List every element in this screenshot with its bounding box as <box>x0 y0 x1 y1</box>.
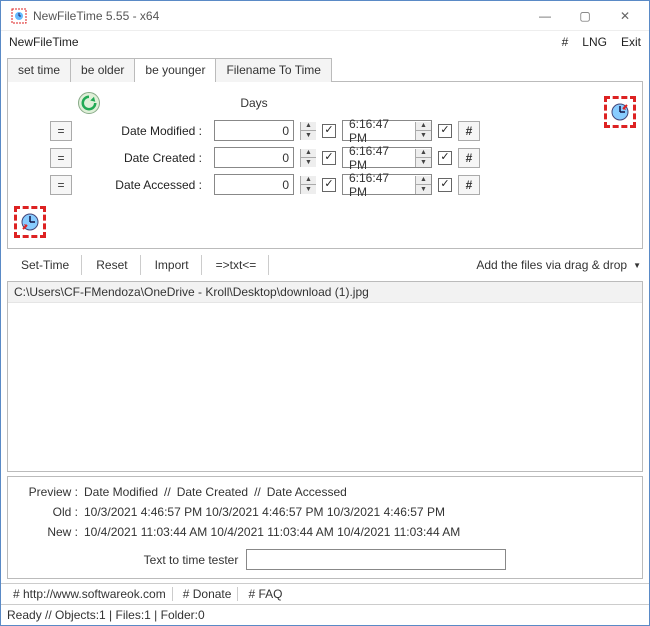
target-clock-icon[interactable] <box>604 96 636 128</box>
new-label: New : <box>18 525 78 539</box>
action-toolbar: Set-Time Reset Import =>txt<= Add the fi… <box>7 249 643 281</box>
app-icon <box>11 8 27 24</box>
hash-button-modified[interactable]: # <box>458 121 480 141</box>
file-list[interactable]: C:\Users\CF-FMendoza\OneDrive - Kroll\De… <box>7 281 643 472</box>
time-input-accessed[interactable]: 6:16:47 PM ▲▼ <box>342 174 432 195</box>
titlebar: NewFileTime 5.55 - x64 — ▢ ✕ <box>1 1 649 31</box>
days-input-accessed[interactable]: 0 <box>214 174 294 195</box>
enable-time-modified[interactable] <box>322 124 336 138</box>
txt-button[interactable]: =>txt<= <box>204 255 270 275</box>
status-faq[interactable]: # FAQ <box>242 587 288 601</box>
tab-be-younger[interactable]: be younger <box>134 58 216 82</box>
tab-be-older[interactable]: be older <box>70 58 135 82</box>
tab-strip: set time be older be younger Filename To… <box>7 57 643 82</box>
menubar: NewFileTime # LNG Exit <box>1 31 649 53</box>
enable-time-accessed[interactable] <box>322 178 336 192</box>
old-label: Old : <box>18 505 78 519</box>
refresh-icon[interactable] <box>78 92 100 114</box>
source-clock-icon[interactable] <box>14 206 46 238</box>
reset-button[interactable]: Reset <box>84 255 140 275</box>
days-header: Days <box>214 96 294 110</box>
set-time-button[interactable]: Set-Time <box>9 255 82 275</box>
eq-button-modified[interactable]: = <box>50 121 72 141</box>
days-spinner-accessed[interactable]: ▲▼ <box>300 176 316 194</box>
close-button[interactable]: ✕ <box>605 2 645 30</box>
label-date-modified: Date Modified : <box>78 124 208 138</box>
menu-lng[interactable]: LNG <box>582 35 607 49</box>
time-input-modified[interactable]: 6:16:47 PM ▲▼ <box>342 120 432 141</box>
add-files-dropdown[interactable]: Add the files via drag & drop <box>476 258 641 272</box>
status-donate[interactable]: # Donate <box>177 587 239 601</box>
minimize-button[interactable]: — <box>525 2 565 30</box>
menu-hash[interactable]: # <box>562 35 569 49</box>
days-spinner-created[interactable]: ▲▼ <box>300 149 316 167</box>
row-date-accessed: = Date Accessed : 0 ▲▼ 6:16:47 PM ▲▼ # <box>50 174 596 195</box>
hash-button-created[interactable]: # <box>458 148 480 168</box>
row-date-created: = Date Created : 0 ▲▼ 6:16:47 PM ▲▼ # <box>50 147 596 168</box>
text-to-time-input[interactable] <box>246 549 506 570</box>
new-values: 10/4/2021 11:03:44 AM 10/4/2021 11:03:44… <box>84 525 632 539</box>
tab-set-time[interactable]: set time <box>7 58 71 82</box>
enable-hash-modified[interactable] <box>438 124 452 138</box>
eq-button-created[interactable]: = <box>50 148 72 168</box>
time-spinner-modified[interactable]: ▲▼ <box>415 122 431 140</box>
days-input-created[interactable]: 0 <box>214 147 294 168</box>
menu-appname[interactable]: NewFileTime <box>9 35 79 49</box>
days-spinner-modified[interactable]: ▲▼ <box>300 122 316 140</box>
tab-pane-be-younger: Days = Date Modified : 0 ▲▼ 6:16:47 PM ▲… <box>7 82 643 249</box>
status-bar: # http://www.softwareok.com # Donate # F… <box>1 583 649 625</box>
eq-button-accessed[interactable]: = <box>50 175 72 195</box>
days-input-modified[interactable]: 0 <box>214 120 294 141</box>
time-input-created[interactable]: 6:16:47 PM ▲▼ <box>342 147 432 168</box>
tab-filename-to-time[interactable]: Filename To Time <box>215 58 331 82</box>
old-values: 10/3/2021 4:46:57 PM 10/3/2021 4:46:57 P… <box>84 505 632 519</box>
time-spinner-created[interactable]: ▲▼ <box>415 149 431 167</box>
row-date-modified: = Date Modified : 0 ▲▼ 6:16:47 PM ▲▼ # <box>50 120 596 141</box>
enable-time-created[interactable] <box>322 151 336 165</box>
status-url[interactable]: # http://www.softwareok.com <box>7 587 173 601</box>
label-date-accessed: Date Accessed : <box>78 178 208 192</box>
time-spinner-accessed[interactable]: ▲▼ <box>415 176 431 194</box>
window-title: NewFileTime 5.55 - x64 <box>33 9 525 23</box>
preview-panel: Preview : Date Modified // Date Created … <box>7 476 643 579</box>
enable-hash-created[interactable] <box>438 151 452 165</box>
file-item[interactable]: C:\Users\CF-FMendoza\OneDrive - Kroll\De… <box>8 282 642 303</box>
maximize-button[interactable]: ▢ <box>565 2 605 30</box>
status-ready: Ready // Objects:1 | Files:1 | Folder:0 <box>1 605 649 625</box>
menu-exit[interactable]: Exit <box>621 35 641 49</box>
enable-hash-accessed[interactable] <box>438 178 452 192</box>
import-button[interactable]: Import <box>143 255 202 275</box>
hash-button-accessed[interactable]: # <box>458 175 480 195</box>
preview-label: Preview : <box>18 485 78 499</box>
text-to-time-label: Text to time tester <box>144 553 239 567</box>
label-date-created: Date Created : <box>78 151 208 165</box>
